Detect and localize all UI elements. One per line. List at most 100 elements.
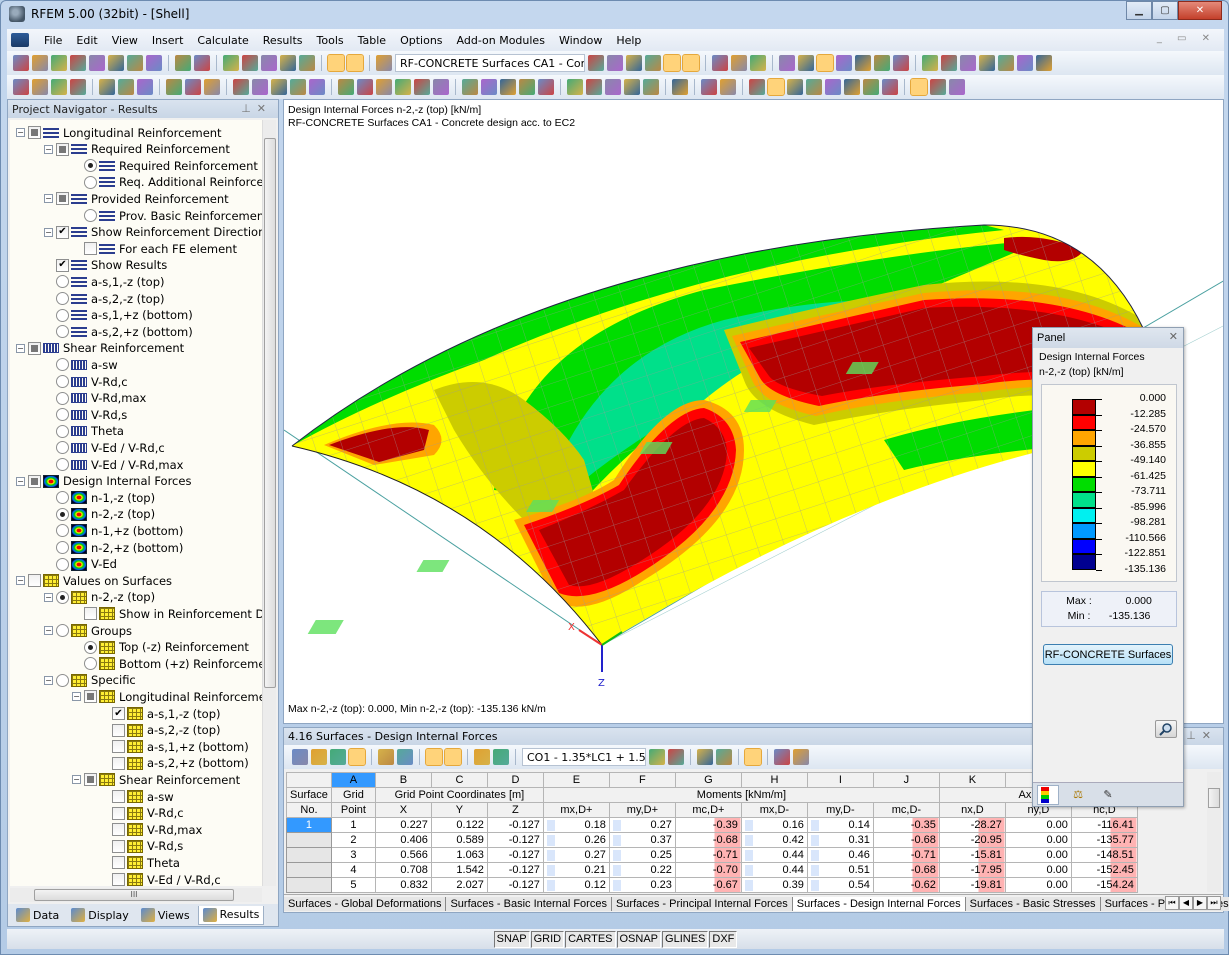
cell-nc[interactable]: -135.77 bbox=[1070, 832, 1138, 848]
grid-point-cell[interactable]: 1 bbox=[330, 817, 376, 833]
zoom-fit-icon[interactable] bbox=[481, 79, 497, 95]
spectrum-icon[interactable] bbox=[949, 79, 965, 95]
checkbox[interactable] bbox=[56, 192, 69, 206]
tree-item-v-rd-c[interactable]: V-Rd,c bbox=[44, 373, 128, 390]
export-icon[interactable] bbox=[414, 79, 430, 95]
prev-table-icon[interactable] bbox=[378, 749, 394, 765]
tree-item-a-s-1-z-top[interactable]: ✔ a-s,1,-z (top) bbox=[100, 705, 220, 722]
close-table-icon[interactable]: ✕ bbox=[1202, 729, 1217, 742]
print-report-icon[interactable] bbox=[108, 55, 124, 71]
cell-y[interactable]: 1.063 bbox=[430, 847, 488, 863]
zoom-icon[interactable] bbox=[242, 55, 258, 71]
section-icon[interactable] bbox=[863, 79, 879, 95]
clip-icon[interactable] bbox=[538, 79, 554, 95]
radio-button[interactable] bbox=[56, 408, 69, 422]
navigator-tab-results[interactable]: Results bbox=[197, 905, 265, 925]
radio-button[interactable] bbox=[84, 640, 97, 654]
maximize-button[interactable]: ▢ bbox=[1152, 1, 1178, 20]
color-icon[interactable] bbox=[672, 79, 688, 95]
cell-z[interactable]: -0.127 bbox=[486, 847, 544, 863]
radio-button[interactable] bbox=[56, 358, 69, 372]
status-toggle-dxf[interactable]: DXF bbox=[709, 930, 738, 948]
cell-mcp[interactable]: -0.70 bbox=[674, 862, 742, 878]
cell-mcp[interactable]: -0.71 bbox=[674, 847, 742, 863]
menu-tools[interactable]: Tools bbox=[310, 34, 351, 47]
info-icon[interactable] bbox=[716, 749, 732, 765]
tree-item-v-rd-s[interactable]: V-Rd,s bbox=[100, 838, 183, 855]
radio-button[interactable] bbox=[56, 541, 69, 554]
status-toggle-grid[interactable]: GRID bbox=[530, 930, 565, 948]
zoom-window-icon[interactable] bbox=[500, 79, 516, 95]
checkbox[interactable] bbox=[84, 773, 97, 787]
tree-item-specific[interactable]: − Specific bbox=[44, 672, 136, 689]
checkbox[interactable]: ✔ bbox=[56, 225, 69, 239]
checkbox[interactable]: ✔ bbox=[56, 258, 69, 272]
cell-mxp[interactable]: 0.21 bbox=[542, 862, 610, 878]
table-a-icon[interactable] bbox=[376, 79, 392, 95]
tree-item-groups[interactable]: − Groups bbox=[44, 622, 132, 639]
iso-icon[interactable] bbox=[338, 79, 354, 95]
first-sheet-button[interactable]: ⏮ bbox=[1165, 896, 1179, 910]
checkbox[interactable] bbox=[28, 574, 41, 588]
grid-icon[interactable] bbox=[204, 79, 220, 95]
magnifier-button[interactable] bbox=[1155, 720, 1177, 738]
pin-icon[interactable]: ⊥ bbox=[241, 102, 257, 115]
checkbox[interactable] bbox=[112, 740, 125, 754]
cell-y[interactable]: 1.542 bbox=[430, 862, 488, 878]
navigator-tab-display[interactable]: Display bbox=[67, 906, 133, 924]
expand-toggle-icon[interactable]: − bbox=[44, 144, 53, 154]
cell-ny[interactable]: 0.00 bbox=[1004, 832, 1072, 848]
palette-icon[interactable] bbox=[930, 79, 946, 95]
radio-button[interactable] bbox=[56, 325, 69, 339]
radio-button[interactable] bbox=[56, 590, 69, 604]
save-all-icon[interactable] bbox=[70, 55, 86, 71]
checkbox[interactable] bbox=[112, 839, 125, 853]
print-icon[interactable] bbox=[127, 55, 143, 71]
last-sheet-button[interactable]: ⏭ bbox=[1207, 896, 1221, 910]
checkbox[interactable] bbox=[112, 873, 125, 886]
table-view-icon[interactable] bbox=[327, 54, 345, 72]
table-row[interactable]: 2 0.406 0.589 -0.127 0.26 0.37 -0.68 0.42 0.31 -0… bbox=[286, 832, 1138, 848]
section-b-icon[interactable] bbox=[750, 55, 766, 71]
radio-button[interactable] bbox=[56, 673, 69, 687]
sheet-tab-surfaces-basic-stresses[interactable]: Surfaces - Basic Stresses bbox=[965, 896, 1101, 911]
tree-item-shear-reinforcement[interactable]: − Shear Reinforcement bbox=[16, 340, 184, 357]
menu-options[interactable]: Options bbox=[393, 34, 449, 47]
next-result-icon[interactable] bbox=[668, 749, 684, 765]
delete-icon[interactable] bbox=[979, 55, 995, 71]
column-letter[interactable]: G bbox=[674, 772, 742, 788]
radio-button[interactable] bbox=[84, 175, 97, 189]
tree-item-required-reinforcement[interactable]: Required Reinforcement bbox=[72, 157, 258, 174]
checkbox[interactable] bbox=[28, 341, 41, 355]
excel-export-icon[interactable] bbox=[774, 749, 790, 765]
arrows-icon[interactable] bbox=[806, 79, 822, 95]
expand-toggle-icon[interactable]: − bbox=[44, 626, 53, 635]
members-icon[interactable] bbox=[893, 55, 909, 71]
navigator-tab-data[interactable]: Data bbox=[12, 906, 63, 924]
table-row[interactable]: 1 1 0.227 0.122 -0.127 0.18 0.27 -0.39 0.16 0.14-… bbox=[286, 817, 1138, 833]
status-toggle-cartes[interactable]: CARTES bbox=[565, 930, 616, 948]
tree-item-a-s-2-z-bottom[interactable]: a-s,2,+z (bottom) bbox=[44, 323, 193, 340]
dimension-icon[interactable] bbox=[166, 79, 182, 95]
surface-no-cell[interactable] bbox=[286, 862, 332, 878]
relation-b-icon[interactable] bbox=[444, 748, 462, 766]
prev-sheet-button[interactable]: ◀ bbox=[1179, 896, 1193, 910]
status-toggle-osnap[interactable]: OSNAP bbox=[616, 930, 662, 948]
menu-results[interactable]: Results bbox=[256, 34, 310, 47]
nodes-icon[interactable] bbox=[855, 55, 871, 71]
archive-icon[interactable] bbox=[51, 55, 67, 71]
line-icon[interactable] bbox=[32, 79, 48, 95]
cell-ny[interactable]: 0.00 bbox=[1004, 847, 1072, 863]
radio-button[interactable] bbox=[56, 458, 69, 471]
status-toggle-snap[interactable]: SNAP bbox=[493, 930, 530, 948]
tree-item-v-ed-v-rd-max[interactable]: V-Ed / V-Rd,max bbox=[44, 456, 183, 473]
tree-item-a-s-1-z-bottom[interactable]: a-s,1,+z (bottom) bbox=[44, 307, 193, 324]
surface-results-icon[interactable] bbox=[816, 54, 834, 72]
radio-button[interactable] bbox=[84, 657, 97, 671]
filter-icon[interactable] bbox=[697, 749, 713, 765]
section-a-icon[interactable] bbox=[731, 55, 747, 71]
cell-mxp[interactable]: 0.27 bbox=[542, 847, 610, 863]
cell-myp[interactable]: 0.23 bbox=[608, 877, 676, 893]
grid-point-cell[interactable]: 2 bbox=[330, 832, 376, 848]
relation-a-icon[interactable] bbox=[425, 748, 443, 766]
